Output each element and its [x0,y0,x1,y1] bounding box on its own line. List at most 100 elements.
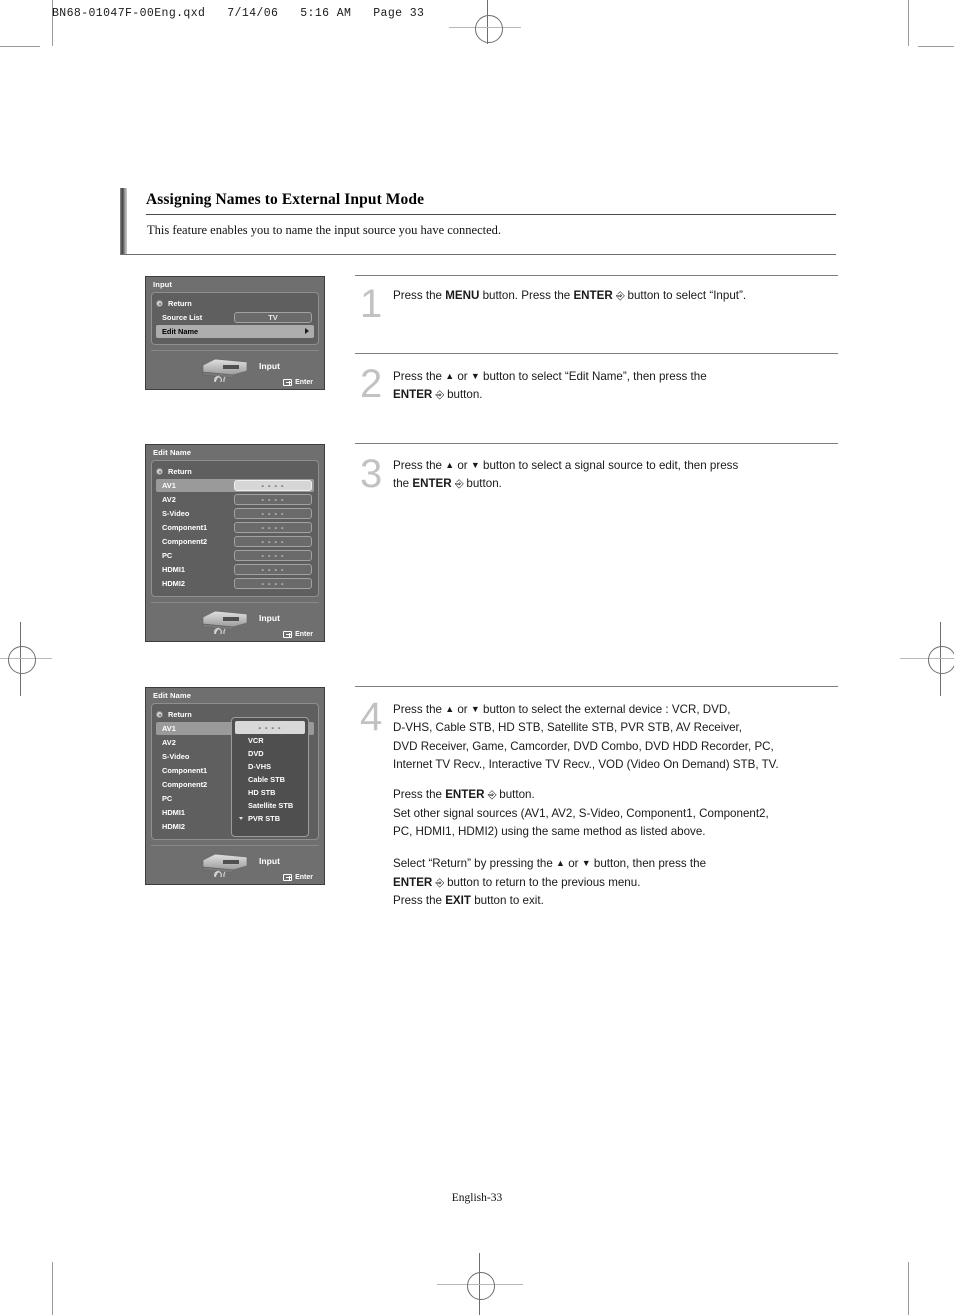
step-3-line-1: Press the ▲ or ▼ button to select a sign… [393,459,739,472]
osd-row-label: Component1 [162,523,208,532]
osd-row-component2[interactable]: Component2 - - - - [156,535,314,548]
step-4-line-6: Set other signal sources (AV1, AV2, S-Vi… [393,806,769,820]
osd-panel-edit-name-list[interactable]: Edit Name Return AV1 - - - - AV2 - - - -… [145,444,325,642]
osd-row-return[interactable]: Return [156,297,314,310]
osd-panel-edit-name-dropdown[interactable]: Edit Name Return AV1 AV2 S-Video Compone… [145,687,325,885]
step-number-2: 2 [360,362,383,406]
step-4-line-3: DVD Receiver, Game, Camcorder, DVD Combo… [393,739,774,753]
osd-row-label: PC [162,794,173,803]
dropdown-option-label: PVR STB [248,814,281,823]
step-4-line-4: Internet TV Recv., Interactive TV Recv.,… [393,757,779,771]
osd-row-label: Return [168,467,192,476]
osd-row-label: HDMI2 [162,822,185,831]
step-2-line-2: ENTER ⎆ button. [393,388,483,402]
dropdown-option-hd-stb[interactable]: HD STB [235,786,305,799]
osd-row-hdmi2[interactable]: HDMI2 - - - - [156,577,314,590]
osd-footer-input: Input Enter [151,350,319,388]
source-list-value: TV [234,312,312,323]
osd-row-label: HDMI1 [162,808,185,817]
osd-row-label: HDMI2 [162,579,185,588]
osd-enter-hint: Enter [283,379,313,386]
step-4-line-8: Select “Return” by pressing the ▲ or ▼ b… [393,857,707,871]
enter-icon [283,874,293,881]
step-4-line-1: Press the ▲ or ▼ button to select the ex… [393,703,731,716]
chevron-right-icon [305,328,309,334]
av1-value: - - - - [234,480,312,491]
step-4-line-2: D-VHS, Cable STB, HD STB, Satellite STB,… [393,721,742,735]
osd-row-av1[interactable]: AV1 - - - - [156,479,314,492]
osd-row-label: Component1 [162,766,208,775]
step-divider-2 [355,353,838,354]
hdmi1-value: - - - - [234,564,312,575]
osd-row-return[interactable]: Return [156,465,314,478]
component2-value: - - - - [234,536,312,547]
input-device-icon [202,853,248,877]
osd-row-label: HDMI1 [162,565,185,574]
osd-row-label: AV2 [162,738,176,747]
osd-row-s-video[interactable]: S-Video - - - - [156,507,314,520]
osd-row-source-list[interactable]: Source List TV [156,311,314,324]
osd-row-label: Return [168,710,192,719]
osd-footer-edit-name: Input Enter [151,602,319,640]
osd-body-edit-name: Return AV1 - - - - AV2 - - - - S-Video -… [151,460,319,597]
component1-value: - - - - [234,522,312,533]
osd-row-pc[interactable]: PC - - - - [156,549,314,562]
enter-label: Enter [295,874,313,881]
enter-label: Enter [295,379,313,386]
dropdown-option-d-vhs[interactable]: D-VHS [235,760,305,773]
dropdown-option-satellite-stb[interactable]: Satellite STB [235,799,305,812]
dropdown-option-vcr[interactable]: VCR [235,734,305,747]
enter-icon [283,631,293,638]
return-bullet-icon [156,711,163,718]
step-number-3: 3 [360,452,383,496]
enter-icon [283,379,293,386]
osd-title-input: Input [153,280,173,289]
osd-footer-label: Input [259,361,280,371]
return-bullet-icon [156,468,163,475]
av2-value: - - - - [234,494,312,505]
step-number-4: 4 [360,695,383,739]
osd-title-edit-name: Edit Name [153,448,192,457]
osd-row-av2[interactable]: AV2 - - - - [156,493,314,506]
osd-row-label: AV1 [162,481,176,490]
dropdown-option-blank[interactable]: - - - - [235,721,305,734]
osd-enter-hint: Enter [283,874,313,881]
step-4-line-5: Press the ENTER ⎆ button. [393,788,535,802]
device-name-dropdown[interactable]: - - - - VCR DVD D-VHS Cable STB HD STB S… [231,717,309,837]
step-text-1: Press the MENU button. Press the ENTER ⎆… [393,287,843,305]
section-accent-bar [120,188,127,220]
osd-row-label: Component2 [162,537,208,546]
step-2-line-1: Press the ▲ or ▼ button to select “Edit … [393,370,707,383]
return-bullet-icon [156,300,163,307]
osd-enter-hint: Enter [283,631,313,638]
dropdown-option-cable-stb[interactable]: Cable STB [235,773,305,786]
title-divider [146,214,836,215]
input-device-icon [202,358,248,382]
osd-row-label: Edit Name [162,327,199,336]
step-4-line-10: Press the EXIT button to exit. [393,893,544,907]
step-divider-1 [355,275,838,276]
osd-row-component1[interactable]: Component1 - - - - [156,521,314,534]
step-divider-3 [355,443,838,444]
osd-row-label: S-Video [162,509,190,518]
osd-panel-input-menu[interactable]: Input Return Source List TV Edit Name In… [145,276,325,390]
dropdown-option-pvr-stb[interactable]: PVR STB [235,812,305,825]
osd-row-label: S-Video [162,752,190,761]
osd-row-label: Component2 [162,780,208,789]
step-4-line-7: PC, HDMI1, HDMI2) using the same method … [393,824,706,838]
osd-row-label: AV1 [162,724,176,733]
page-title: Assigning Names to External Input Mode [146,191,425,208]
step-3-line-2: the ENTER ⎆ button. [393,477,502,491]
osd-body-input: Return Source List TV Edit Name [151,292,319,345]
osd-row-hdmi1[interactable]: HDMI1 - - - - [156,563,314,576]
intro-divider [120,254,836,255]
dropdown-option-dvd[interactable]: DVD [235,747,305,760]
hdmi2-value: - - - - [234,578,312,589]
step-4-line-9: ENTER ⎆ button to return to the previous… [393,875,641,889]
osd-row-edit-name[interactable]: Edit Name [156,325,314,338]
osd-footer-label: Input [259,856,280,866]
osd-row-label: AV2 [162,495,176,504]
section-intro-text: This feature enables you to name the inp… [147,223,502,237]
osd-title-edit-name: Edit Name [153,691,192,700]
page-content: Assigning Names to External Input Mode T… [0,0,954,1315]
